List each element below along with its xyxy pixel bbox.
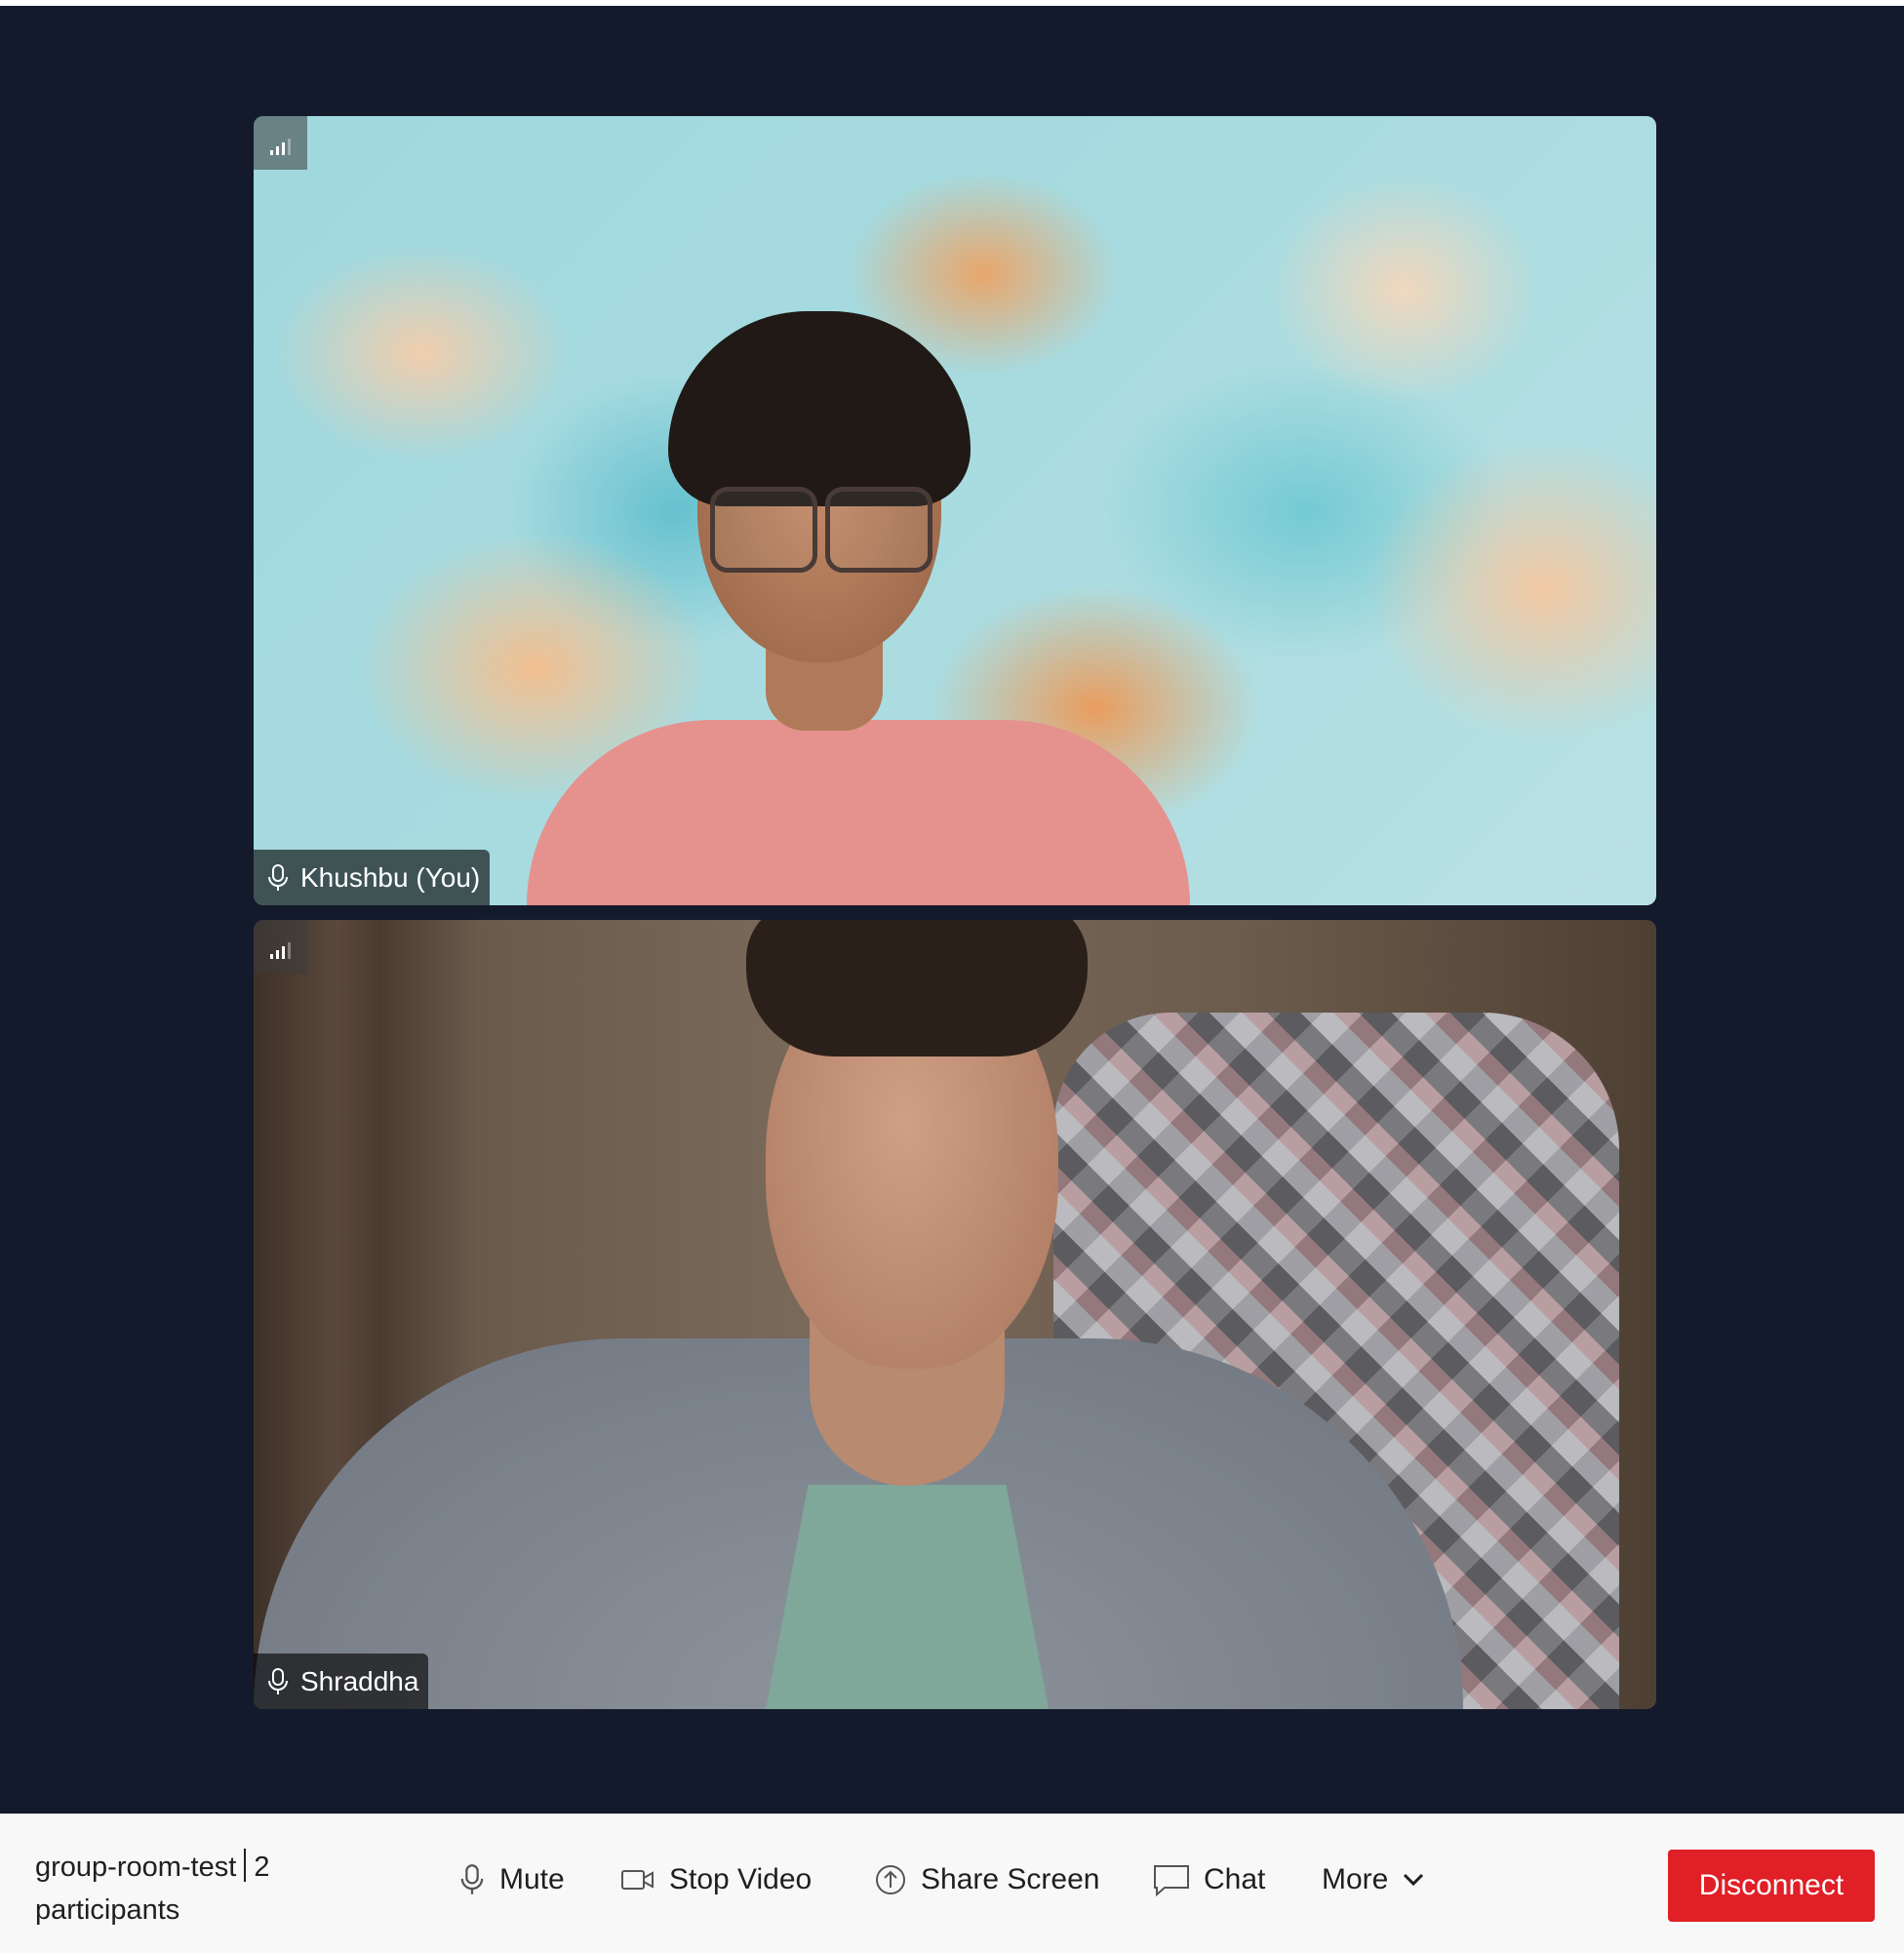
disconnect-button[interactable]: Disconnect — [1668, 1850, 1875, 1922]
room-name: group-room-test — [35, 1852, 237, 1883]
participant-count-label: participants — [35, 1894, 180, 1926]
mute-label: Mute — [499, 1863, 565, 1895]
participant-name-tag: Shraddha — [254, 1654, 429, 1709]
call-toolbar: group-room-test 2 participants Mute Stop … — [0, 1814, 1904, 1953]
participant-video-person — [254, 920, 1463, 1709]
share-screen-label: Share Screen — [921, 1863, 1100, 1895]
video-camera-icon — [621, 1870, 654, 1890]
stop-video-label: Stop Video — [669, 1863, 813, 1895]
network-quality-icon — [254, 920, 307, 974]
participant-count: 2 — [254, 1852, 270, 1883]
microphone-icon — [268, 863, 288, 891]
chat-button[interactable]: Chat — [1153, 1853, 1265, 1906]
participant-name-tag: Khushbu (You) — [254, 850, 491, 905]
more-label: More — [1322, 1863, 1389, 1895]
participant-tile-remote: Shraddha — [254, 920, 1656, 1709]
participant-name: Shraddha — [300, 1665, 419, 1696]
participant-name: Khushbu (You) — [300, 861, 481, 893]
room-info: group-room-test 2 participants — [35, 1846, 347, 1932]
chevron-down-icon — [1404, 1873, 1424, 1887]
chat-bubble-icon — [1154, 1865, 1189, 1896]
network-quality-icon — [254, 116, 307, 170]
divider — [244, 1849, 247, 1882]
participant-tile-local: Khushbu (You) — [254, 116, 1656, 905]
microphone-icon — [268, 1667, 288, 1694]
video-stage: Khushbu (You) Shraddha — [0, 6, 1904, 1814]
participant-video-person — [527, 262, 1190, 905]
chat-label: Chat — [1204, 1863, 1266, 1895]
upload-arrow-icon — [876, 1865, 905, 1894]
share-screen-button[interactable]: Share Screen — [874, 1853, 1099, 1906]
mute-button[interactable]: Mute — [458, 1853, 565, 1906]
stop-video-button[interactable]: Stop Video — [620, 1853, 812, 1906]
microphone-icon — [460, 1864, 484, 1894]
more-button[interactable]: More — [1322, 1853, 1425, 1906]
